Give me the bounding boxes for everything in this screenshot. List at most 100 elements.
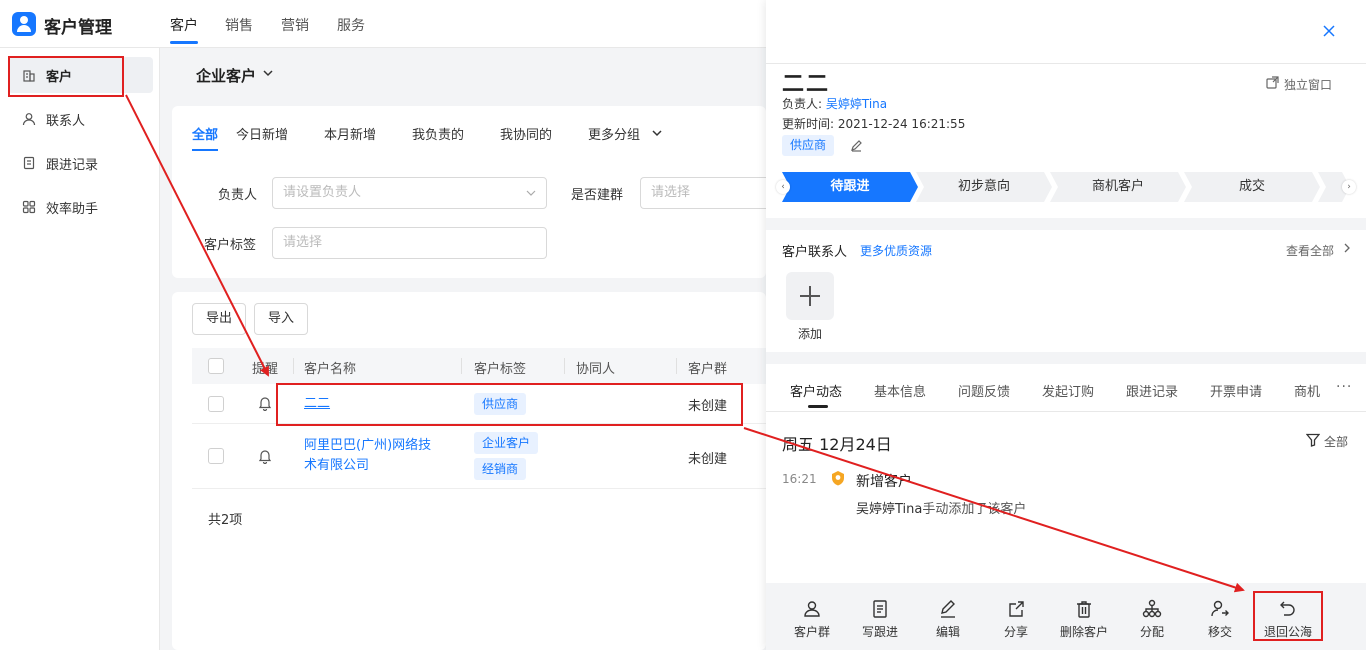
bell-icon[interactable] xyxy=(257,395,273,411)
pop-out-button[interactable]: 独立窗口 xyxy=(1266,76,1333,93)
tab-order[interactable]: 发起订购 xyxy=(1042,381,1094,400)
customer-name-link[interactable]: 二二 xyxy=(304,394,330,414)
chevron-right-icon[interactable] xyxy=(1342,243,1352,253)
customer-table-panel: 导出 导入 提醒 客户名称 客户标签 协同人 客户群 二二 供应商 未创建 阿里… xyxy=(172,292,766,650)
pop-out-label: 独立窗口 xyxy=(1284,78,1333,92)
filter-icon[interactable] xyxy=(1306,433,1320,447)
tags-filter-placeholder: 请选择 xyxy=(283,235,323,250)
person-icon xyxy=(22,113,36,126)
filter-panel: 全部 今日新增 本月新增 我负责的 我协同的 更多分组 负责人 请设置负责人 是… xyxy=(172,106,766,278)
timeline-user: 吴婷婷Tina xyxy=(856,502,923,517)
customer-tag: 供应商 xyxy=(782,135,835,156)
chevron-down-icon[interactable] xyxy=(651,127,663,139)
assign-button[interactable]: 分配 xyxy=(1118,595,1186,643)
undo-icon xyxy=(1280,601,1295,616)
sidebar-item-customers[interactable]: 客户 xyxy=(8,57,153,93)
nav-tab-sales[interactable]: 销售 xyxy=(225,15,253,35)
write-followup-button[interactable]: 写跟进 xyxy=(846,595,914,643)
more-resources-link[interactable]: 更多优质资源 xyxy=(860,242,932,259)
building-icon xyxy=(23,70,35,82)
grid-icon xyxy=(22,200,36,214)
column-divider xyxy=(461,358,462,374)
column-divider xyxy=(564,358,565,374)
chevron-down-icon[interactable] xyxy=(262,67,274,79)
add-contact-label: 添加 xyxy=(798,327,823,341)
sidebar-item-followups[interactable]: 跟进记录 xyxy=(8,145,153,181)
return-to-pool-button[interactable]: 退回公海 xyxy=(1254,595,1322,643)
share-button[interactable]: 分享 xyxy=(982,595,1050,643)
nav-tab-service[interactable]: 服务 xyxy=(337,15,365,35)
action-label: 移交 xyxy=(1207,625,1232,639)
action-label: 分享 xyxy=(1003,625,1028,639)
sidebar-item-label: 跟进记录 xyxy=(46,158,99,173)
owner-link[interactable]: 吴婷婷Tina xyxy=(826,97,887,111)
stage-pending[interactable]: 待跟进 xyxy=(782,172,918,202)
tab-all[interactable]: 全部 xyxy=(192,124,219,151)
more-tabs-button[interactable]: ··· xyxy=(1336,379,1352,395)
main-header: 企业客户 xyxy=(172,52,766,96)
edit-button[interactable]: 编辑 xyxy=(914,595,982,643)
bell-icon[interactable] xyxy=(257,448,273,464)
owner-filter-input[interactable]: 请设置负责人 xyxy=(272,177,547,209)
app-logo-icon xyxy=(12,12,36,36)
group-filter-input[interactable]: 请选择 xyxy=(640,177,766,209)
view-all-link[interactable]: 查看全部 xyxy=(1286,242,1334,259)
edit-tag-icon[interactable] xyxy=(850,139,863,152)
group-filter-label: 是否建群 xyxy=(571,188,624,203)
customer-group-button[interactable]: 客户群 xyxy=(778,595,846,643)
col-customer-group: 客户群 xyxy=(688,362,728,377)
sidebar-item-contacts[interactable]: 联系人 xyxy=(8,101,153,137)
tab-today-new[interactable]: 今日新增 xyxy=(236,124,288,143)
stage-opportunity[interactable]: 商机客户 xyxy=(1050,172,1186,202)
tab-feedback[interactable]: 问题反馈 xyxy=(958,381,1010,400)
tab-mine[interactable]: 我负责的 xyxy=(412,124,464,143)
tab-month-new[interactable]: 本月新增 xyxy=(324,124,376,143)
transfer-button[interactable]: 移交 xyxy=(1186,595,1254,643)
export-button[interactable]: 导出 xyxy=(192,303,246,335)
tab-invoice[interactable]: 开票申请 xyxy=(1210,381,1262,400)
tab-opportunity[interactable]: 商机 xyxy=(1294,381,1320,400)
select-all-checkbox[interactable] xyxy=(208,358,224,374)
customer-name-link[interactable]: 阿里巴巴(广州)网络技 术有限公司 xyxy=(304,436,431,476)
add-contact-button[interactable] xyxy=(786,272,834,320)
tab-basic-info[interactable]: 基本信息 xyxy=(874,381,926,400)
row-checkbox[interactable] xyxy=(208,396,224,412)
table-row[interactable]: 阿里巴巴(广州)网络技 术有限公司 企业客户 经销商 未创建 xyxy=(192,424,766,489)
customer-detail-drawer: 二二 独立窗口 负责人: 吴婷婷Tina 更新时间: 2021-12-24 16… xyxy=(766,0,1366,650)
tab-activity[interactable]: 客户动态 xyxy=(790,381,842,408)
stage-closed[interactable]: 成交 xyxy=(1184,172,1320,202)
close-icon[interactable] xyxy=(1322,24,1336,38)
updated-time: 2021-12-24 16:21:55 xyxy=(837,117,966,131)
col-tags: 客户标签 xyxy=(474,362,527,377)
action-label: 删除客户 xyxy=(1059,625,1108,639)
section-separator xyxy=(766,218,1366,230)
delete-customer-button[interactable]: 删除客户 xyxy=(1050,595,1118,643)
page-title[interactable]: 企业客户 xyxy=(196,65,256,86)
contacts-title: 客户联系人 xyxy=(782,245,848,260)
sidebar-item-assistant[interactable]: 效率助手 xyxy=(8,189,153,225)
trash-icon xyxy=(1077,601,1091,618)
tab-more-groups[interactable]: 更多分组 xyxy=(588,124,640,143)
timeline-desc: 吴婷婷Tina手动添加了该客户 xyxy=(856,498,1026,517)
row-checkbox[interactable] xyxy=(208,448,224,464)
nav-tab-marketing[interactable]: 营销 xyxy=(281,15,309,35)
tab-followups[interactable]: 跟进记录 xyxy=(1126,381,1178,400)
customer-tag: 供应商 xyxy=(474,393,527,415)
sidebar: 客户 联系人 跟进记录 效率助手 xyxy=(0,48,160,650)
app-title: 客户管理 xyxy=(44,18,112,38)
chevron-left-icon[interactable]: ‹ xyxy=(776,180,790,194)
tab-collab[interactable]: 我协同的 xyxy=(500,124,552,143)
nav-tab-customers[interactable]: 客户 xyxy=(170,15,198,44)
tags-filter-label: 客户标签 xyxy=(204,238,257,253)
document-icon xyxy=(873,600,887,618)
customer-group-status: 未创建 xyxy=(688,399,728,414)
table-row[interactable]: 二二 供应商 未创建 xyxy=(192,384,766,424)
chevron-right-icon[interactable]: › xyxy=(1342,180,1356,194)
filter-all-button[interactable]: 全部 xyxy=(1324,433,1348,450)
clipboard-icon xyxy=(23,156,35,170)
tags-filter-input[interactable]: 请选择 xyxy=(272,227,547,259)
stage-initial-intent[interactable]: 初步意向 xyxy=(916,172,1052,202)
section-separator xyxy=(766,352,1366,364)
import-button[interactable]: 导入 xyxy=(254,303,308,335)
action-label: 写跟进 xyxy=(861,625,898,639)
